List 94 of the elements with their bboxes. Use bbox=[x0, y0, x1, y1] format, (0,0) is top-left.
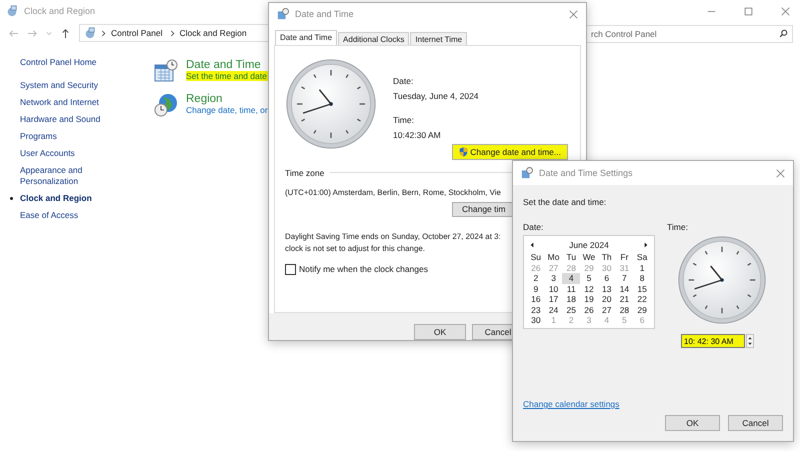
calendar-day[interactable]: 13 bbox=[598, 284, 616, 294]
calendar-clock-icon bbox=[154, 59, 178, 83]
calendar-day[interactable]: 7 bbox=[616, 273, 634, 284]
calendar[interactable]: June 2024 Su Mo Tu We Th Fr Sa 26 27 28 29 30 31 1 2 3 4 5 6 7 8 9 10 11 12 13 14 15 16 17 18 19 20 21 22 23 24 25 26 27 28 29 30 1 2 3 4 5 6 bbox=[523, 235, 655, 328]
control-panel-icon bbox=[84, 27, 96, 39]
calendar-day[interactable]: 10 bbox=[544, 284, 562, 294]
sidebar-item[interactable]: System and Security bbox=[20, 80, 110, 91]
maximize-icon[interactable] bbox=[744, 6, 753, 16]
time-label: Time: bbox=[393, 114, 414, 125]
calendar-day[interactable]: 14 bbox=[616, 284, 634, 294]
change-date-time-button[interactable]: Change date and time... bbox=[452, 144, 568, 160]
sidebar-item[interactable]: Ease of Access bbox=[20, 210, 110, 221]
calendar-day[interactable]: 22 bbox=[633, 294, 651, 304]
calendar-day[interactable]: 19 bbox=[580, 294, 598, 304]
sidebar-item[interactable]: User Accounts bbox=[20, 148, 110, 159]
dialog-button[interactable]: Cancel bbox=[728, 415, 783, 431]
calendar-day[interactable]: 29 bbox=[633, 304, 651, 315]
sidebar-item[interactable]: Appearance and Personalization bbox=[20, 165, 110, 187]
calendar-settings-link[interactable]: Change calendar settings bbox=[523, 399, 620, 409]
calendar-day[interactable]: 26 bbox=[580, 304, 598, 315]
spinner-icon[interactable] bbox=[746, 334, 754, 348]
calendar-day[interactable]: 12 bbox=[580, 284, 598, 294]
calendar-day[interactable]: 24 bbox=[544, 304, 562, 315]
calendar-day[interactable]: 8 bbox=[633, 273, 651, 284]
weekday-label: Fr bbox=[619, 252, 630, 262]
analog-clock-icon bbox=[285, 58, 377, 150]
calendar-day[interactable]: 1 bbox=[633, 262, 651, 273]
checkbox-label: Notify me when the clock changes bbox=[299, 264, 428, 274]
calendar-day[interactable]: 20 bbox=[598, 294, 616, 304]
calendar-day[interactable]: 27 bbox=[598, 304, 616, 315]
calendar-day[interactable]: 21 bbox=[616, 294, 634, 304]
close-icon[interactable] bbox=[569, 10, 578, 19]
sidebar-link[interactable]: Control Panel Home bbox=[20, 57, 154, 67]
weekday-label: Tu bbox=[565, 252, 578, 262]
next-month-icon[interactable] bbox=[644, 242, 648, 248]
breadcrumb-item[interactable]: Clock and Region bbox=[180, 28, 247, 38]
section-heading: Time zone bbox=[285, 168, 324, 178]
chevron-icon bbox=[170, 30, 175, 36]
checkbox[interactable] bbox=[285, 264, 296, 275]
up-arrow-icon[interactable] bbox=[60, 28, 71, 38]
calendar-day[interactable]: 30 bbox=[527, 315, 545, 326]
chevron-icon bbox=[101, 30, 106, 36]
month-title[interactable]: June 2024 bbox=[569, 240, 609, 250]
date-label: Date: bbox=[393, 76, 414, 86]
clock-settings-icon bbox=[521, 167, 533, 179]
analog-clock-icon bbox=[677, 235, 767, 325]
calendar-day[interactable]: 11 bbox=[562, 284, 580, 294]
globe-clock-icon bbox=[154, 93, 178, 117]
date-value: Tuesday, June 4, 2024 bbox=[393, 90, 479, 101]
dialog-title: Date and Time bbox=[295, 9, 354, 20]
calendar-day[interactable]: 17 bbox=[544, 294, 562, 304]
dialog-button[interactable]: OK bbox=[414, 324, 466, 340]
tab[interactable]: Internet Time bbox=[410, 32, 468, 46]
calendar-day[interactable]: 23 bbox=[527, 304, 545, 315]
calendar-day[interactable]: 6 bbox=[598, 273, 616, 284]
control-panel-icon bbox=[6, 5, 18, 17]
calendar-day[interactable]: 15 bbox=[633, 284, 651, 294]
calendar-day[interactable]: 3 bbox=[544, 273, 562, 284]
dialog-title: Date and Time Settings bbox=[539, 168, 633, 178]
category-title[interactable]: Region bbox=[186, 93, 270, 105]
shield-icon bbox=[459, 146, 468, 157]
weekday-label: Sa bbox=[636, 252, 648, 262]
weekday-label: Su bbox=[530, 252, 542, 262]
sidebar-item[interactable]: Programs bbox=[20, 131, 110, 142]
previous-month-icon[interactable] bbox=[530, 242, 534, 248]
weekday-label: We bbox=[582, 252, 596, 262]
calendar-day[interactable]: 2 bbox=[527, 273, 545, 284]
calendar-day[interactable]: 16 bbox=[527, 294, 545, 304]
tab[interactable]: Additional Clocks bbox=[338, 32, 410, 46]
search-field[interactable]: rch Control Panel bbox=[586, 25, 793, 43]
calendar-day[interactable]: 5 bbox=[580, 273, 598, 284]
calendar-day[interactable]: 28 bbox=[616, 304, 634, 315]
sidebar-item[interactable]: Network and Internet bbox=[20, 97, 110, 108]
dialog-button[interactable]: OK bbox=[665, 415, 720, 431]
weekday-label: Mo bbox=[546, 252, 560, 262]
close-icon[interactable] bbox=[781, 6, 790, 16]
clock-settings-icon bbox=[277, 8, 289, 20]
time-input[interactable]: 10: 42: 30 AM bbox=[681, 334, 745, 348]
sidebar-item[interactable]: Hardware and Sound bbox=[20, 114, 110, 125]
sidebar-item[interactable]: Clock and Region bbox=[20, 193, 110, 204]
time-label: Time: bbox=[667, 222, 689, 232]
date-label: Date: bbox=[523, 222, 544, 232]
calendar-day[interactable]: 25 bbox=[562, 304, 580, 315]
calendar-day[interactable]: 4 bbox=[562, 273, 580, 284]
weekday-label: Th bbox=[600, 252, 613, 262]
calendar-day[interactable]: 9 bbox=[527, 284, 545, 294]
calendar-day[interactable]: 18 bbox=[562, 294, 580, 304]
tab[interactable]: Date and Time bbox=[275, 30, 338, 46]
breadcrumb-item[interactable]: Control Panel bbox=[111, 28, 163, 38]
window-title: Clock and Region bbox=[24, 6, 96, 16]
search-icon bbox=[779, 29, 788, 38]
category-link[interactable]: Change date, time, or bbox=[186, 105, 270, 115]
close-icon[interactable] bbox=[776, 168, 785, 178]
time-value: 10:42:30 AM bbox=[393, 130, 441, 140]
